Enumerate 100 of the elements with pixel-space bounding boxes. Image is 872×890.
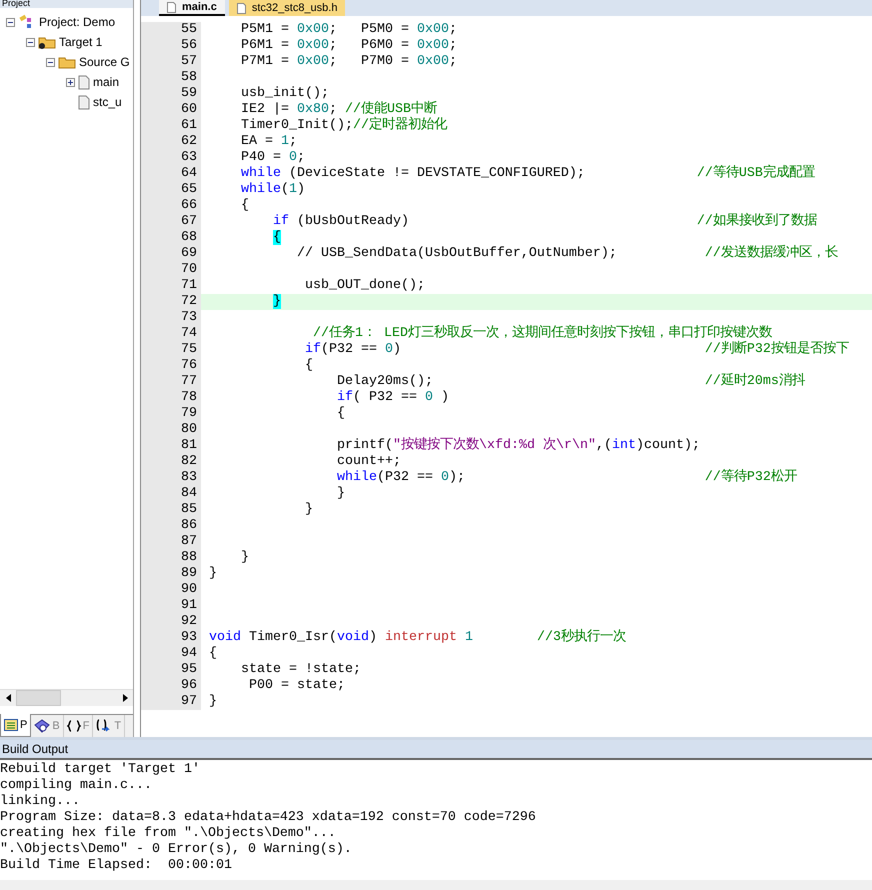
horizontal-scrollbar[interactable] (0, 689, 133, 706)
tree-item[interactable]: Project: Demo (39, 15, 116, 29)
code-line: P6M1 = 0x00; P6M0 = 0x00; (240, 38, 458, 54)
line-number: 62 (141, 134, 201, 150)
line-number: 96 (141, 678, 201, 694)
collapse-icon[interactable] (46, 58, 55, 66)
code-line: if (bUsbOutReady) //如果接收到了数据 (272, 214, 818, 230)
output-line: Program Size: data=8.3 edata+hdata=423 xdata=192 const=70 code=7296 (0, 810, 537, 826)
code-line: { (304, 358, 314, 374)
tree-item[interactable]: stc_u (93, 95, 122, 109)
template-icon (96, 719, 112, 733)
output-title: Build Output (2, 742, 68, 756)
line-number: 91 (141, 598, 201, 614)
output-line: creating hex file from ".\Objects\Demo"... (0, 826, 337, 842)
line-number: 78 (141, 390, 201, 406)
line-number: 92 (141, 614, 201, 630)
line-number: 66 (141, 198, 201, 214)
line-number: 71 (141, 278, 201, 294)
line-number: 87 (141, 534, 201, 550)
left-arrow-icon[interactable] (6, 694, 10, 702)
line-number: 97 (141, 694, 201, 710)
line-number: 70 (141, 262, 201, 278)
code-line: } (208, 566, 218, 582)
code-line: if( P32 == 0 ) (336, 390, 450, 406)
line-number: 68 (141, 230, 201, 246)
line-number: 93 (141, 630, 201, 646)
line-number: 77 (141, 374, 201, 390)
line-number: 81 (141, 438, 201, 454)
code-line: } (304, 502, 314, 518)
code-line: P7M1 = 0x00; P7M0 = 0x00; (240, 54, 458, 70)
line-number: 56 (141, 38, 201, 54)
code-line: usb_init(); (240, 86, 330, 102)
code-line: P40 = 0; (240, 150, 306, 166)
line-number: 83 (141, 470, 201, 486)
line-number: 86 (141, 518, 201, 534)
tree-item[interactable]: Source G (79, 55, 130, 69)
line-number: 88 (141, 550, 201, 566)
line-number: 60 (141, 102, 201, 118)
folder-icon (58, 55, 76, 69)
code-line: //任务1： LED灯三秒取反一次，这期间任意时刻按下按钮，串口打印按键次数 (312, 326, 773, 341)
line-number: 79 (141, 406, 201, 422)
collapse-icon[interactable] (26, 38, 35, 46)
code-line: { (336, 406, 346, 422)
collapse-icon[interactable] (6, 18, 15, 26)
code-line: } (240, 550, 250, 566)
code-line: P00 = state; (248, 678, 346, 694)
output-line: compiling main.c... (0, 778, 153, 794)
right-arrow-icon[interactable] (122, 694, 128, 702)
code-line: } (336, 486, 346, 502)
code-line: } (208, 694, 218, 710)
code-line: IE2 |= 0x80; //使能USB中断 (240, 102, 438, 117)
line-number: 90 (141, 582, 201, 598)
line-number: 59 (141, 86, 201, 102)
panel-tab[interactable]: P (0, 714, 32, 737)
code-line: if(P32 == 0) //判断P32按钮是否按下 (304, 342, 850, 358)
code-line: Timer0_Init();//定时器初始化 (240, 118, 448, 134)
code-line: while(1) (240, 182, 306, 198)
braces-icon (66, 720, 81, 732)
line-number: 73 (141, 310, 201, 326)
list-icon (4, 719, 18, 731)
output-line: Build Time Elapsed: 00:00:01 (0, 858, 233, 874)
line-number: 76 (141, 358, 201, 374)
output-line: linking... (0, 794, 81, 810)
line-number: 55 (141, 22, 201, 38)
line-number: 82 (141, 454, 201, 470)
file-icon (236, 2, 246, 14)
line-number: 57 (141, 54, 201, 70)
line-number: 67 (141, 214, 201, 230)
line-number: 61 (141, 118, 201, 134)
code-line: state = !state; (240, 662, 362, 678)
code-line: while(P32 == 0); //等待P32松开 (336, 470, 798, 486)
line-number: 75 (141, 342, 201, 358)
code-line: Delay20ms(); //延时20ms消抖 (336, 374, 806, 390)
book-icon (34, 719, 50, 733)
line-number: 80 (141, 422, 201, 438)
line-number: 74 (141, 326, 201, 342)
line-number: 89 (141, 566, 201, 582)
code-line: void Timer0_Isr(void) interrupt 1 //3秒执行一次 (208, 630, 627, 646)
line-number: 64 (141, 166, 201, 182)
file-icon (167, 2, 176, 12)
code-line: P5M1 = 0x00; P5M0 = 0x00; (240, 22, 458, 38)
tree-item[interactable]: Target 1 (59, 35, 102, 49)
expand-icon[interactable] (66, 78, 75, 86)
tree-item[interactable]: main (93, 75, 120, 89)
code-line: // USB_SendData(UsbOutBuffer,OutNumber); //发送数据缓冲区，长 (296, 246, 839, 262)
line-number: 84 (141, 486, 201, 502)
code-line: { (240, 198, 250, 214)
code-line: count++; (336, 454, 402, 470)
line-number: 65 (141, 182, 201, 198)
output-line: Rebuild target 'Target 1' (0, 762, 201, 778)
code-line: printf("按键按下次数\xfd:%d 次\r\n",(int)count); (336, 438, 701, 454)
folder-icon (38, 35, 56, 49)
line-number: 69 (141, 246, 201, 262)
file-tab[interactable]: stc32_stc8_usb.h (228, 0, 346, 16)
file-tab[interactable]: main.c (159, 0, 225, 16)
line-number: 58 (141, 70, 201, 86)
code-line: usb_OUT_done(); (304, 278, 426, 294)
code-line: while (DeviceState != DEVSTATE_CONFIGURED); //等待USB完成配置 (240, 166, 816, 182)
line-number: 85 (141, 502, 201, 518)
line-number: 95 (141, 662, 201, 678)
